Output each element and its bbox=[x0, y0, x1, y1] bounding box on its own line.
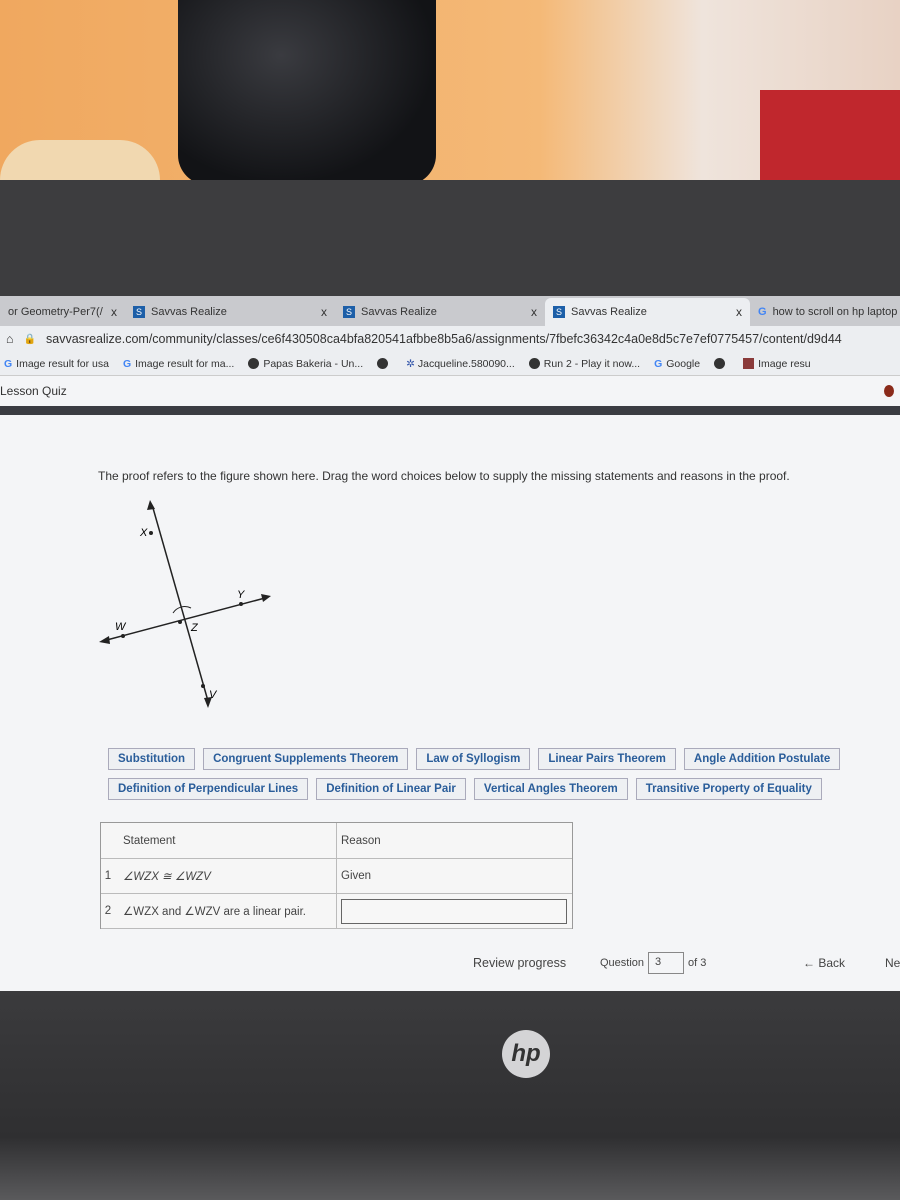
choice-chip[interactable]: Substitution bbox=[108, 748, 196, 770]
address-bar[interactable]: ⌂ 🔒 savvasrealize.com/community/classes/… bbox=[0, 326, 900, 352]
tab-active[interactable]: S Savvas Realize x bbox=[545, 298, 750, 326]
question-navigator: Question 3 of 3 bbox=[600, 952, 706, 974]
next-button[interactable]: Ne bbox=[885, 956, 900, 970]
line-xv bbox=[152, 507, 209, 702]
word-choices: Substitution Congruent Supplements Theor… bbox=[108, 748, 900, 808]
arrow-w bbox=[99, 636, 110, 644]
table-row: 1 ∠WZX ≅ ∠WZV Given bbox=[101, 859, 572, 894]
bookmark[interactable]: G Image result for ma... bbox=[123, 358, 234, 370]
close-icon[interactable]: x bbox=[531, 305, 537, 319]
cereal-box bbox=[760, 90, 900, 185]
choice-chip[interactable]: Definition of Perpendicular Lines bbox=[108, 778, 309, 800]
tab-strip: or Geometry-Per7(/x S Savvas Realize x S Sa… bbox=[0, 296, 900, 326]
arrow-y bbox=[261, 594, 271, 602]
google-icon: G bbox=[654, 357, 663, 370]
label-v: V bbox=[209, 689, 218, 701]
quiz-toolbar bbox=[0, 406, 900, 415]
proof-table: Statement Reason 1 ∠WZX ≅ ∠WZV Given 2 ∠… bbox=[100, 822, 573, 929]
label-w: W bbox=[115, 621, 127, 633]
back-button[interactable]: ← Back bbox=[803, 956, 845, 970]
screen: or Geometry-Per7(/x S Savvas Realize x S Sa… bbox=[0, 296, 900, 991]
reason-drop-zone[interactable] bbox=[341, 898, 567, 924]
image-icon bbox=[743, 358, 755, 370]
hp-logo: hp bbox=[502, 1030, 550, 1078]
review-progress-button[interactable]: Review progress bbox=[473, 956, 566, 970]
bookmarks-bar: G Image result for usa G Image result for … bbox=[0, 352, 900, 376]
laptop-body bbox=[0, 991, 900, 1200]
bottle bbox=[178, 0, 436, 185]
tab[interactable]: S Savvas Realize x bbox=[125, 298, 335, 326]
page-title: Lesson Quiz bbox=[0, 384, 67, 398]
choice-chip[interactable]: Transitive Property of Equality bbox=[635, 778, 822, 800]
question-prompt: The proof refers to the figure shown her… bbox=[98, 469, 790, 483]
close-icon[interactable]: x bbox=[321, 305, 327, 319]
choice-chip[interactable]: Congruent Supplements Theorem bbox=[203, 748, 409, 770]
bookmark[interactable]: Run 2 - Play it now... bbox=[528, 358, 640, 370]
label-x: X bbox=[139, 527, 148, 539]
savvas-icon: S bbox=[553, 306, 565, 318]
bookmark[interactable]: G Image result for usa bbox=[4, 358, 109, 370]
tab[interactable]: Ghow to scroll on hp laptop bbox=[750, 298, 900, 326]
globe-icon bbox=[248, 358, 260, 370]
globe-icon bbox=[714, 358, 726, 370]
google-icon: G bbox=[758, 306, 767, 318]
geometry-figure: X Y W Z V bbox=[99, 500, 271, 708]
close-icon[interactable]: x bbox=[736, 305, 742, 319]
google-icon: G bbox=[122, 357, 132, 370]
bookmark[interactable] bbox=[377, 358, 392, 370]
statement-header: Statement bbox=[115, 823, 337, 858]
gear-icon: ✲ bbox=[406, 357, 418, 370]
quiz-footer: Review progress Question 3 of 3 ← Back Ne bbox=[0, 936, 900, 991]
alert-icon[interactable] bbox=[884, 385, 894, 397]
tab[interactable]: or Geometry-Per7(/x bbox=[0, 298, 125, 326]
choice-chip[interactable]: Vertical Angles Theorem bbox=[473, 778, 628, 800]
savvas-icon: S bbox=[343, 306, 355, 318]
game-icon bbox=[528, 358, 540, 370]
savvas-icon: S bbox=[133, 306, 145, 318]
home-icon[interactable]: ⌂ bbox=[6, 332, 14, 346]
table-row: 2 ∠WZX and ∠WZV are a linear pair. bbox=[101, 894, 572, 929]
url-text[interactable]: savvasrealize.com/community/classes/ce6f… bbox=[46, 332, 842, 346]
bookmark[interactable]: G Google bbox=[654, 358, 700, 370]
bookmark[interactable]: ✲ Jacqueline.580090... bbox=[406, 358, 515, 370]
choice-chip[interactable]: Angle Addition Postulate bbox=[683, 748, 841, 770]
bookmark[interactable]: Image resu bbox=[743, 358, 811, 370]
question-number-input[interactable]: 3 bbox=[648, 952, 685, 974]
arrow-x bbox=[147, 500, 155, 510]
laptop-bezel bbox=[0, 180, 900, 434]
globe-icon bbox=[377, 358, 389, 370]
label-y: Y bbox=[237, 589, 245, 601]
quiz-header: Lesson Quiz bbox=[0, 376, 900, 406]
choice-chip[interactable]: Linear Pairs Theorem bbox=[538, 748, 676, 770]
bookmark[interactable]: Papas Bakeria - Un... bbox=[248, 358, 363, 370]
label-z: Z bbox=[190, 622, 199, 634]
bookmark[interactable] bbox=[714, 358, 729, 370]
lamp bbox=[0, 140, 160, 180]
tab[interactable]: S Savvas Realize x bbox=[335, 298, 545, 326]
lock-icon: 🔒 bbox=[23, 333, 37, 345]
choice-chip[interactable]: Law of Syllogism bbox=[416, 748, 531, 770]
close-icon[interactable]: x bbox=[111, 305, 117, 319]
reason-header: Reason bbox=[341, 834, 381, 847]
google-icon: G bbox=[4, 357, 13, 370]
choice-chip[interactable]: Definition of Linear Pair bbox=[316, 778, 466, 800]
